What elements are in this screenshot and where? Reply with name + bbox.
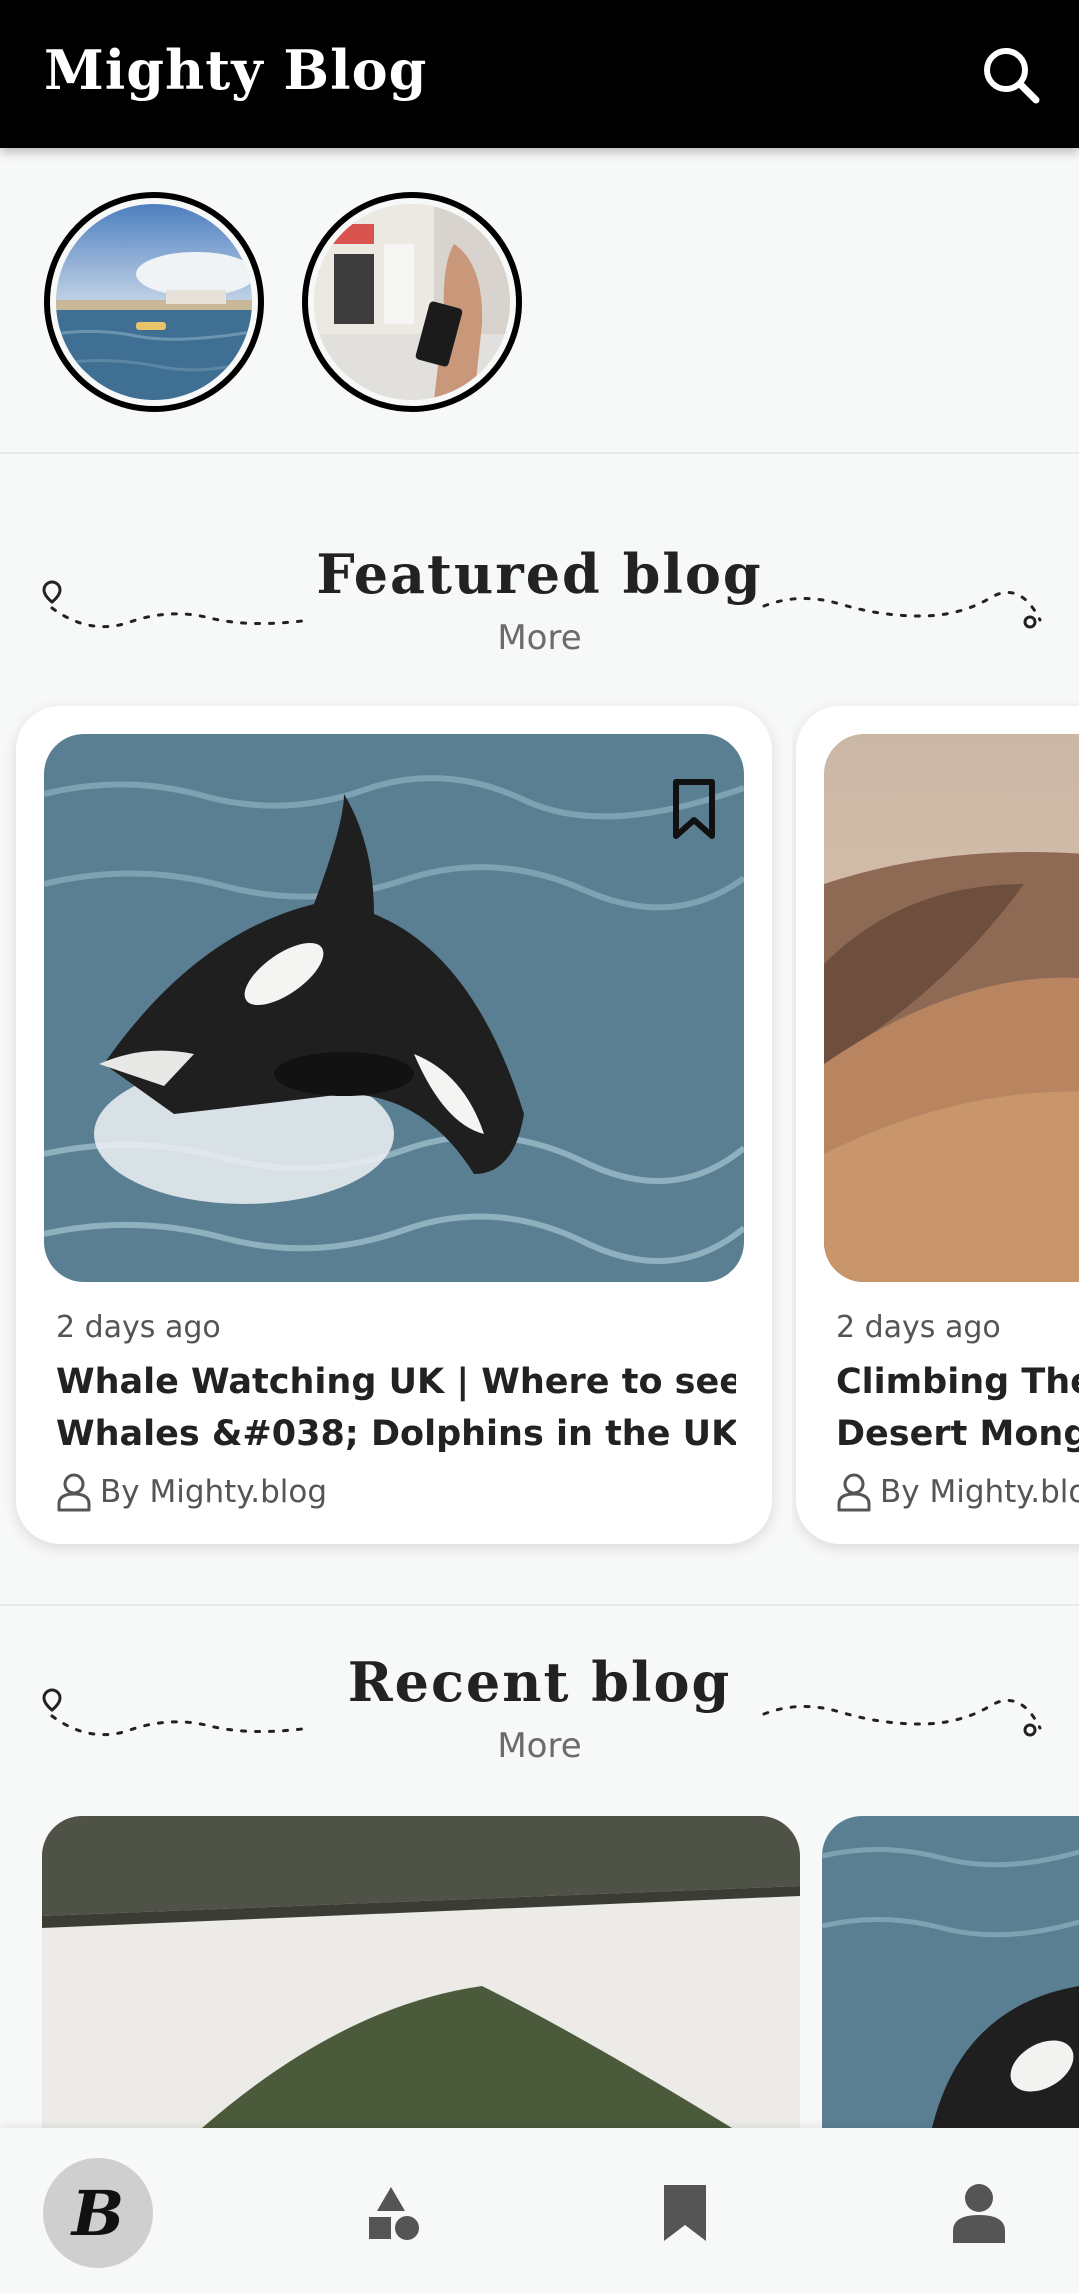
featured-card-title-line1: Whale Watching UK | Where to see [56, 1362, 736, 1402]
story-harbor-image [56, 204, 252, 400]
featured-card-date: 2 days ago [836, 1310, 1001, 1345]
featured-section-header: Featured blog More [0, 530, 1079, 670]
search-icon[interactable] [978, 42, 1044, 108]
featured-card-title[interactable]: Whale Watching UK | Where to see Whales … [56, 1356, 736, 1460]
featured-card-title-line2: Desert Mongo [836, 1414, 1079, 1454]
bottom-navigation: B [0, 2128, 1079, 2293]
nav-bookmarks-button[interactable] [630, 2158, 740, 2268]
home-logo-icon: B [71, 2176, 125, 2250]
recent-card-image[interactable] [822, 1816, 1079, 2128]
profile-icon [953, 2184, 1005, 2243]
map-path-right-icon [762, 1698, 1042, 1737]
recent-card-image[interactable] [42, 1816, 800, 2128]
nav-home-button[interactable]: B [43, 2158, 153, 2268]
featured-card-image [44, 734, 744, 1282]
featured-card-title[interactable]: Climbing The S Desert Mongo [836, 1356, 1079, 1460]
bookmark-icon [664, 2185, 706, 2241]
featured-card-image [824, 734, 1079, 1282]
featured-card-author-label: By Mighty.blog [100, 1474, 328, 1510]
nav-profile-button[interactable] [924, 2158, 1034, 2268]
bookmark-icon[interactable] [664, 774, 724, 844]
featured-card-author-label: By Mighty.blo [880, 1474, 1079, 1510]
nav-categories-button[interactable] [338, 2158, 448, 2268]
featured-card-date: 2 days ago [56, 1310, 221, 1345]
user-icon [57, 1473, 91, 1512]
top-bar: Mighty Blog [0, 0, 1079, 148]
featured-card-author: By Mighty.blog [56, 1472, 327, 1512]
story-street[interactable] [302, 192, 522, 412]
featured-card-2-clip: 2 days ago Climbing The S Desert Mongo B… [792, 700, 1079, 1560]
user-icon [837, 1473, 871, 1512]
featured-card[interactable]: 2 days ago Climbing The S Desert Mongo B… [796, 706, 1079, 1544]
stories-row [0, 148, 1079, 454]
section-divider [0, 1604, 1079, 1606]
recent-section-header: Recent blog More [0, 1638, 1079, 1778]
categories-icon [369, 2187, 419, 2240]
story-street-image [314, 204, 510, 400]
app-title: Mighty Blog [44, 38, 428, 102]
featured-card-title-line1: Climbing The S [836, 1362, 1079, 1402]
map-path-right-icon [762, 590, 1042, 629]
story-harbor[interactable] [44, 192, 264, 412]
featured-card-title-line2: Whales &#038; Dolphins in the UK [56, 1414, 736, 1454]
featured-card[interactable]: 2 days ago Whale Watching UK | Where to … [16, 706, 772, 1544]
featured-card-author: By Mighty.blo [836, 1472, 1079, 1512]
